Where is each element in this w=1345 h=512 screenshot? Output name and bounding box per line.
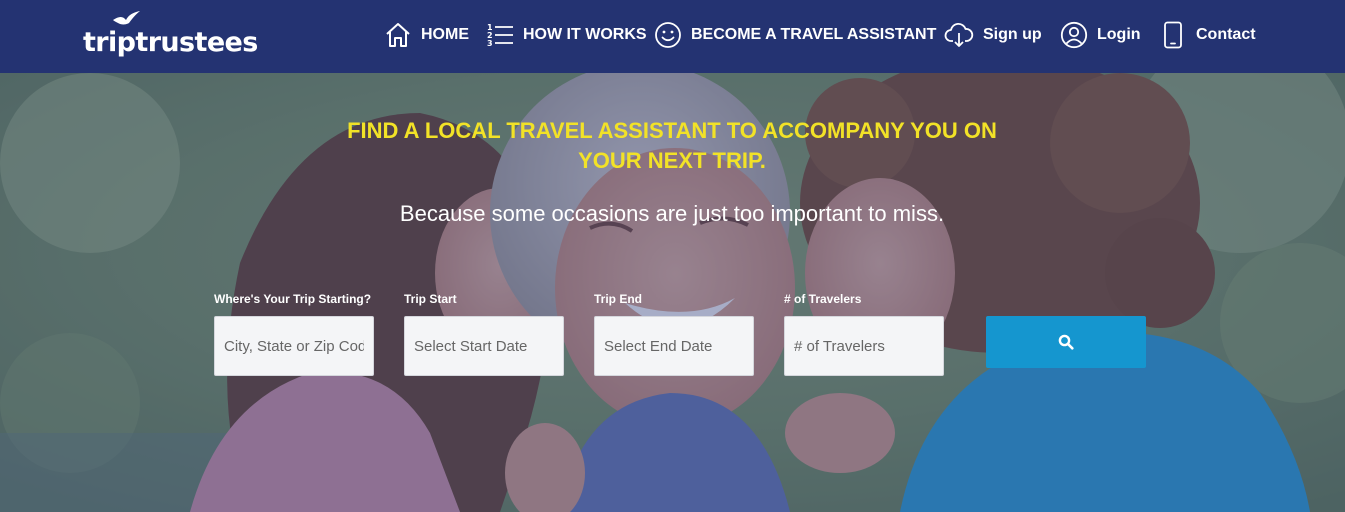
- search-icon: [1058, 334, 1074, 350]
- nav-how-it-works[interactable]: 1 2 3 HOW IT WORKS: [486, 17, 647, 53]
- start-location-label: Where's Your Trip Starting?: [214, 292, 372, 306]
- nav-contact[interactable]: Contact: [1162, 17, 1256, 53]
- search-button[interactable]: [986, 316, 1146, 368]
- nav-home[interactable]: HOME: [384, 17, 469, 53]
- hero-headline: FIND A LOCAL TRAVEL ASSISTANT TO ACCOMPA…: [322, 116, 1022, 176]
- hero-headline-line-2: YOUR NEXT TRIP.: [578, 148, 766, 173]
- trip-start-date-input[interactable]: [404, 316, 564, 376]
- list-icon: 1 2 3: [486, 21, 514, 49]
- hero-section: FIND A LOCAL TRAVEL ASSISTANT TO ACCOMPA…: [0, 73, 1345, 512]
- start-location-input[interactable]: [214, 316, 374, 376]
- triptrustees-logo[interactable]: triptrustees: [83, 10, 263, 64]
- nav-sign-up[interactable]: Sign up: [944, 17, 1042, 53]
- nav-how-it-works-label: HOW IT WORKS: [523, 26, 647, 43]
- cloud-download-icon: [944, 21, 974, 49]
- logo-wordmark: triptrustees: [83, 27, 258, 58]
- nav-become-travel-assistant[interactable]: BECOME A TRAVEL ASSISTANT: [654, 17, 936, 53]
- trip-end-date-input[interactable]: [594, 316, 754, 376]
- travelers-label: # of Travelers: [784, 292, 862, 306]
- nav-login[interactable]: Login: [1060, 17, 1141, 53]
- travelers-count-input[interactable]: [784, 316, 944, 376]
- hero-subheadline: Because some occasions are just too impo…: [399, 201, 945, 226]
- top-navbar: triptrustees HOME 1 2 3 HOW IT WORKS BEC…: [0, 0, 1345, 73]
- svg-text:3: 3: [487, 39, 493, 48]
- nav-home-label: HOME: [421, 26, 469, 43]
- nav-sign-up-label: Sign up: [983, 26, 1042, 43]
- phone-icon: [1162, 21, 1184, 49]
- nav-become-travel-assistant-label: BECOME A TRAVEL ASSISTANT: [691, 26, 937, 43]
- hero-headline-line-1: FIND A LOCAL TRAVEL ASSISTANT TO ACCOMPA…: [347, 118, 997, 143]
- home-icon: [384, 21, 412, 49]
- nav-login-label: Login: [1097, 26, 1141, 43]
- trip-end-label: Trip End: [594, 292, 642, 306]
- user-icon: [1060, 21, 1088, 49]
- trip-start-label: Trip Start: [404, 292, 457, 306]
- smiley-icon: [654, 21, 682, 49]
- nav-contact-label: Contact: [1196, 26, 1256, 43]
